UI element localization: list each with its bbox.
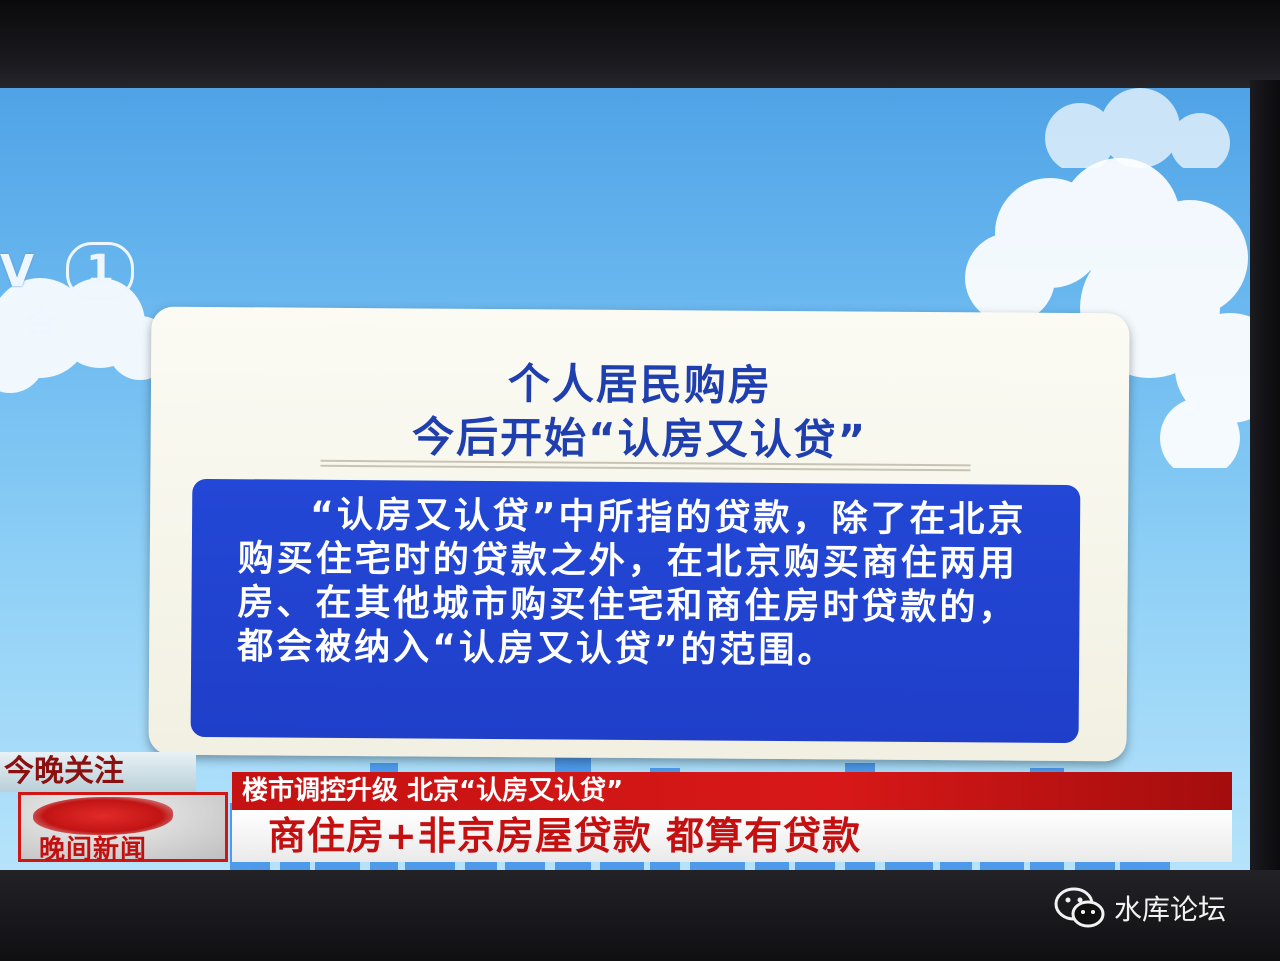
- cloud-top: [1045, 88, 1230, 168]
- watermark: 水库论坛: [1052, 882, 1272, 932]
- info-card: 个人居民购房 今后开始“认房又认贷” “认房又认贷”中所指的贷款，除了在北京购买…: [148, 306, 1130, 762]
- channel-logo-sub: 合: [26, 306, 56, 341]
- ticker-subheadline: 商住房+非京房屋贷款 都算有贷款: [232, 810, 1232, 862]
- ticker-tag: 今晚关注: [0, 752, 196, 792]
- news-ticker: 今晚关注 晚间新闻 楼市调控升级 北京“认房又认贷” 商住房+非京房屋贷款 都算…: [0, 752, 1258, 870]
- wechat-icon: [1054, 887, 1105, 928]
- channel-logo: V 1 合: [0, 238, 140, 341]
- card-title-line1: 个人居民购房: [507, 359, 773, 410]
- tv-bezel-top: [0, 0, 1280, 90]
- card-title-line2: 今后开始“认房又认贷”: [411, 412, 868, 465]
- program-name: 晚间新闻: [39, 835, 148, 865]
- channel-logo-letters: V: [0, 246, 34, 297]
- card-title: 个人居民购房 今后开始“认房又认贷”: [150, 355, 1129, 470]
- program-logo: 晚间新闻: [18, 792, 228, 865]
- tv-bezel-right: [1250, 80, 1280, 900]
- ticker-headline: 楼市调控升级 北京“认房又认贷”: [232, 772, 1232, 810]
- channel-logo-number: 1: [66, 242, 134, 300]
- card-body-text: “认房又认贷”中所指的贷款，除了在北京购买住宅时的贷款之外，在北京购买商住两用房…: [190, 478, 1081, 744]
- watermark-text: 水库论坛: [1114, 893, 1227, 926]
